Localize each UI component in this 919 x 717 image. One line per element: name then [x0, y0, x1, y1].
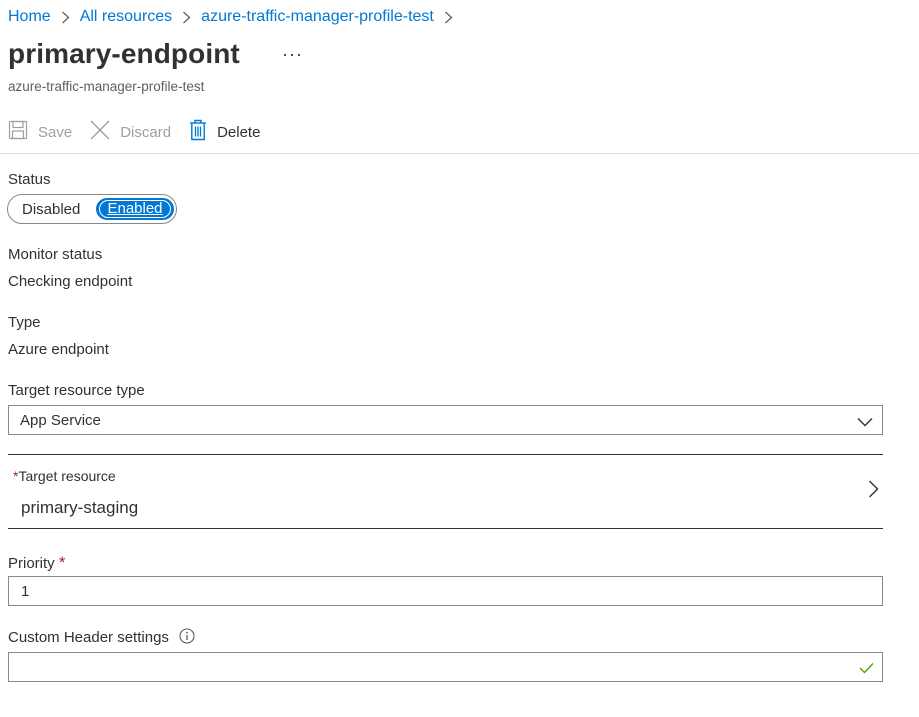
type-label: Type — [8, 314, 41, 331]
status-toggle[interactable]: Disabled Enabled — [7, 194, 177, 224]
breadcrumb-all-resources[interactable]: All resources — [80, 8, 172, 26]
target-resource-type-label: Target resource type — [8, 382, 145, 399]
custom-header-label-text: Custom Header settings — [8, 628, 169, 646]
priority-label: Priority * — [8, 553, 65, 573]
target-resource-value: primary-staging — [21, 498, 139, 517]
breadcrumb-profile[interactable]: azure-traffic-manager-profile-test — [201, 8, 434, 26]
status-label: Status — [8, 171, 51, 188]
type-value: Azure endpoint — [8, 341, 109, 358]
save-button[interactable]: Save — [8, 120, 72, 144]
page-title: primary-endpoint — [8, 38, 240, 69]
more-options-button[interactable]: ··· — [282, 44, 303, 65]
save-icon — [8, 120, 38, 144]
target-resource-bottom-border — [8, 528, 883, 529]
info-icon[interactable] — [179, 628, 195, 648]
target-resource-type-dropdown[interactable]: App Service — [8, 405, 883, 435]
delete-button[interactable]: Delete — [189, 119, 260, 145]
status-option-enabled[interactable]: Enabled — [96, 198, 174, 220]
chevron-right-icon — [444, 11, 453, 24]
priority-label-text: Priority — [8, 555, 55, 572]
monitor-status-label: Monitor status — [8, 246, 103, 263]
chevron-right-icon — [61, 11, 70, 24]
discard-label: Discard — [120, 123, 172, 141]
trash-icon — [189, 119, 217, 145]
status-option-disabled[interactable]: Disabled — [22, 201, 80, 218]
toolbar-divider — [0, 153, 919, 154]
checkmark-icon — [859, 661, 874, 679]
page-subtitle: azure-traffic-manager-profile-test — [8, 79, 205, 94]
target-resource-type-value: App Service — [20, 412, 101, 429]
custom-header-label: Custom Header settings — [8, 628, 195, 648]
priority-input[interactable]: 1 — [8, 576, 883, 606]
priority-value: 1 — [21, 583, 30, 600]
command-bar: Save Discard Delete — [8, 118, 278, 146]
breadcrumb-home[interactable]: Home — [8, 8, 51, 26]
target-resource-label-text: Target resource — [18, 468, 116, 484]
discard-button[interactable]: Discard — [90, 120, 171, 144]
chevron-down-icon — [857, 414, 873, 432]
chevron-right-icon — [182, 11, 191, 24]
monitor-status-value: Checking endpoint — [8, 273, 133, 290]
breadcrumb: Home All resources azure-traffic-manager… — [8, 6, 463, 28]
discard-icon — [90, 120, 120, 144]
custom-header-input[interactable] — [8, 652, 883, 682]
save-label: Save — [38, 123, 73, 141]
target-resource-top-border — [8, 454, 883, 455]
delete-label: Delete — [217, 123, 261, 141]
target-resource-label: *Target resource — [13, 468, 116, 484]
status-option-enabled-label: Enabled — [99, 200, 171, 218]
required-marker: * — [58, 553, 66, 572]
chevron-right-icon[interactable] — [868, 480, 879, 503]
